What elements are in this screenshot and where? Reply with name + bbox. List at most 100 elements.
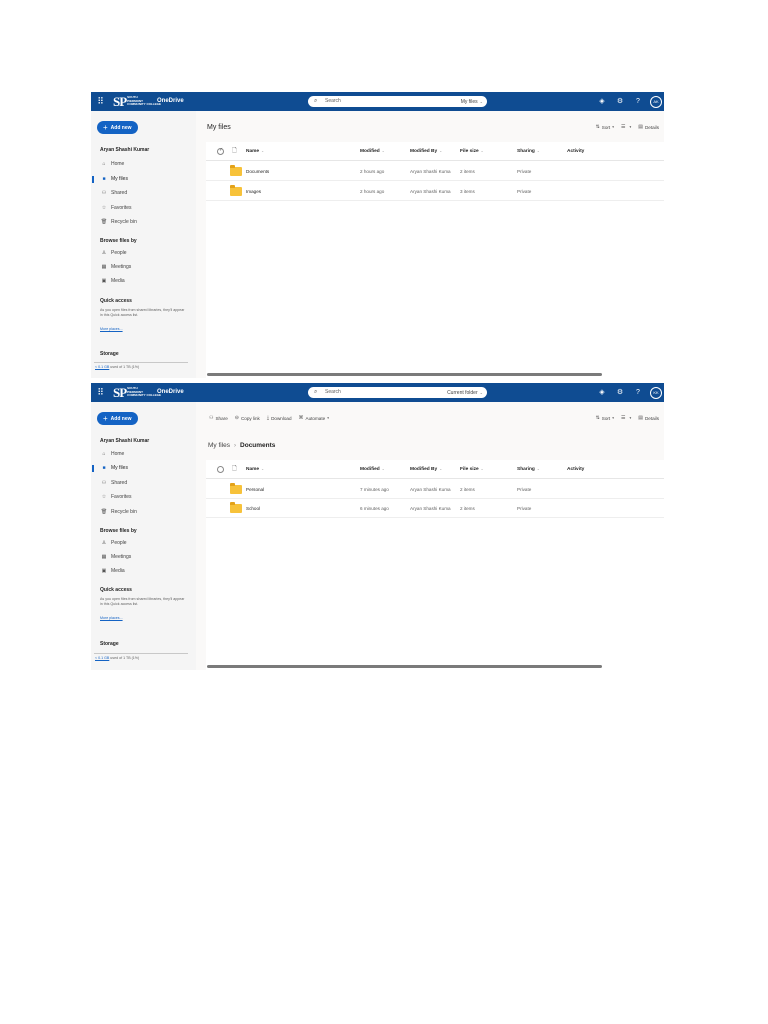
chevron-down-icon: ⌄: [479, 99, 483, 104]
gear-icon[interactable]: ⚙: [614, 387, 626, 399]
table-row[interactable]: Images 2 hours ago Aryan Shashi Kuma 3 i…: [206, 182, 664, 201]
avatar[interactable]: KK: [650, 386, 662, 399]
sort-button[interactable]: ⇅ Sort ▾: [596, 124, 614, 130]
sidebar-item-meetings[interactable]: ▦ Meetings: [100, 260, 132, 274]
star-icon: ☆: [101, 205, 107, 211]
table-row[interactable]: Personal 7 minutes ago Aryan Shashi Kuma…: [206, 480, 664, 499]
breadcrumb-root[interactable]: My files: [208, 442, 230, 449]
sidebar-item-shared[interactable]: ⚇ Shared: [100, 186, 127, 200]
file-name[interactable]: Personal: [246, 480, 264, 499]
view-options-button[interactable]: ☰ ▾: [621, 124, 631, 130]
search-scope-dropdown[interactable]: My files ⌄: [461, 96, 483, 108]
sidebar-item-people[interactable]: ♙ People: [100, 246, 127, 260]
sort-icon: ⇅: [595, 415, 600, 421]
file-name[interactable]: School: [246, 499, 260, 518]
more-places-link[interactable]: More places...: [100, 616, 123, 620]
sidebar-item-shared[interactable]: ⚇ Shared: [100, 476, 127, 490]
sidebar-item-my-files[interactable]: ■ My files: [100, 461, 127, 475]
storage-usage[interactable]: < 0.1 GB used of 1 TB (1%): [95, 656, 139, 660]
table-row[interactable]: School 6 minutes ago Aryan Shashi Kuma 2…: [206, 499, 664, 518]
app-name[interactable]: OneDrive: [157, 96, 184, 107]
chevron-down-icon: ▾: [612, 125, 614, 129]
sidebar-item-my-files[interactable]: ■ My files: [100, 172, 127, 186]
college-logo[interactable]: SP SOUTH PIEDMONT COMMUNITY COLLEGE: [113, 385, 161, 400]
copy-link-button[interactable]: ⊖ Copy link: [235, 415, 260, 421]
diamond-icon[interactable]: ◈: [596, 387, 608, 399]
sidebar-item-people[interactable]: ♙ People: [100, 536, 127, 550]
avatar[interactable]: AK: [650, 95, 662, 108]
column-modified-by[interactable]: Modified By ⌄: [410, 460, 442, 479]
column-file-size[interactable]: File size ⌄: [460, 142, 484, 161]
sort-button[interactable]: ⇅ Sort ▾: [596, 415, 614, 421]
search-scope-dropdown[interactable]: Current folder ⌄: [447, 387, 483, 399]
share-icon: ⚇: [209, 415, 214, 421]
file-type-icon: 🗋: [232, 148, 237, 154]
sidebar-item-home[interactable]: ⌂ Home: [100, 447, 124, 461]
file-size: 3 items: [460, 189, 475, 194]
add-new-button[interactable]: + Add new: [97, 412, 138, 425]
more-places-link[interactable]: More places...: [100, 327, 123, 331]
quick-access-description: As you open files from shared libraries,…: [100, 308, 185, 317]
share-button[interactable]: ⚇ Share: [209, 415, 228, 421]
main-content: ⚇ Share ⊖ Copy link ⤓ Download ⌘ Automate ▾ ⇅…: [206, 402, 664, 670]
column-activity[interactable]: Activity: [567, 460, 584, 479]
file-size: 2 items: [460, 169, 475, 174]
table-row[interactable]: Documents 2 hours ago Aryan Shashi Kuma …: [206, 162, 664, 181]
column-sharing[interactable]: Sharing ⌄: [517, 460, 540, 479]
details-button[interactable]: ▤ Details: [638, 415, 659, 421]
app-name[interactable]: OneDrive: [157, 387, 184, 398]
sidebar-item-recycle-bin[interactable]: 🗑 Recycle bin: [100, 505, 137, 519]
person-icon: ♙: [101, 250, 107, 256]
sidebar-item-media[interactable]: ▣ Media: [100, 564, 125, 578]
search-box[interactable]: ⌕ Search My files ⌄: [308, 96, 487, 107]
college-logo[interactable]: SP SOUTH PIEDMONT COMMUNITY COLLEGE: [113, 94, 161, 109]
quick-access-heading: Quick access: [100, 587, 132, 593]
search-placeholder: Search: [325, 98, 341, 104]
file-name[interactable]: Images: [246, 182, 261, 201]
column-file-size[interactable]: File size ⌄: [460, 460, 484, 479]
help-icon[interactable]: ?: [632, 387, 644, 399]
column-modified-by[interactable]: Modified By ⌄: [410, 142, 442, 161]
calendar-icon: ▦: [101, 554, 107, 560]
file-name[interactable]: Documents: [246, 162, 269, 181]
file-size: 2 items: [460, 487, 475, 492]
sidebar-item-meetings[interactable]: ▦ Meetings: [100, 550, 132, 564]
select-all-checkbox[interactable]: [217, 466, 224, 473]
download-button[interactable]: ⤓ Download: [267, 415, 292, 421]
column-name[interactable]: Name ⌄: [246, 460, 264, 479]
help-icon[interactable]: ?: [632, 96, 644, 108]
column-activity[interactable]: Activity: [567, 142, 584, 161]
sort-icon: ⇅: [595, 124, 600, 130]
search-box[interactable]: ⌕ Search Current folder ⌄: [308, 387, 487, 398]
view-controls: ⇅ Sort ▾ ☰ ▾ ▤ Details: [589, 415, 659, 421]
app-launcher-icon[interactable]: ⠿: [95, 387, 106, 398]
sidebar-item-favorites[interactable]: ☆ Favorites: [100, 490, 132, 504]
file-type-icon: 🗋: [232, 466, 237, 472]
sidebar-item-favorites[interactable]: ☆ Favorites: [100, 201, 132, 215]
person-icon: ♙: [101, 540, 107, 546]
search-placeholder: Search: [325, 389, 341, 395]
sidebar-item-recycle-bin[interactable]: 🗑 Recycle bin: [100, 215, 137, 229]
view-options-button[interactable]: ☰ ▾: [621, 415, 631, 421]
logo-mark: SP: [113, 385, 127, 400]
page-title: My files: [207, 124, 231, 131]
sidebar-item-home[interactable]: ⌂ Home: [100, 157, 124, 171]
add-new-button[interactable]: + Add new: [97, 121, 138, 134]
horizontal-scrollbar[interactable]: [207, 373, 602, 376]
app-launcher-icon[interactable]: ⠿: [95, 96, 106, 107]
diamond-icon[interactable]: ◈: [596, 96, 608, 108]
column-sharing[interactable]: Sharing ⌄: [517, 142, 540, 161]
automate-button[interactable]: ⌘ Automate ▾: [299, 415, 331, 421]
horizontal-scrollbar[interactable]: [207, 665, 602, 668]
folder-icon: [230, 185, 242, 196]
file-sharing: Private: [517, 487, 532, 492]
gear-icon[interactable]: ⚙: [614, 96, 626, 108]
details-button[interactable]: ▤ Details: [638, 124, 659, 130]
select-all-checkbox[interactable]: [217, 147, 224, 155]
storage-usage[interactable]: < 0.1 GB used of 1 TB (1%): [95, 365, 139, 369]
file-modified-by: Aryan Shashi Kuma: [410, 487, 451, 492]
column-modified[interactable]: Modified ⌄: [360, 460, 385, 479]
column-modified[interactable]: Modified ⌄: [360, 142, 385, 161]
column-name[interactable]: Name ⌄: [246, 142, 264, 161]
sidebar-item-media[interactable]: ▣ Media: [100, 274, 125, 288]
